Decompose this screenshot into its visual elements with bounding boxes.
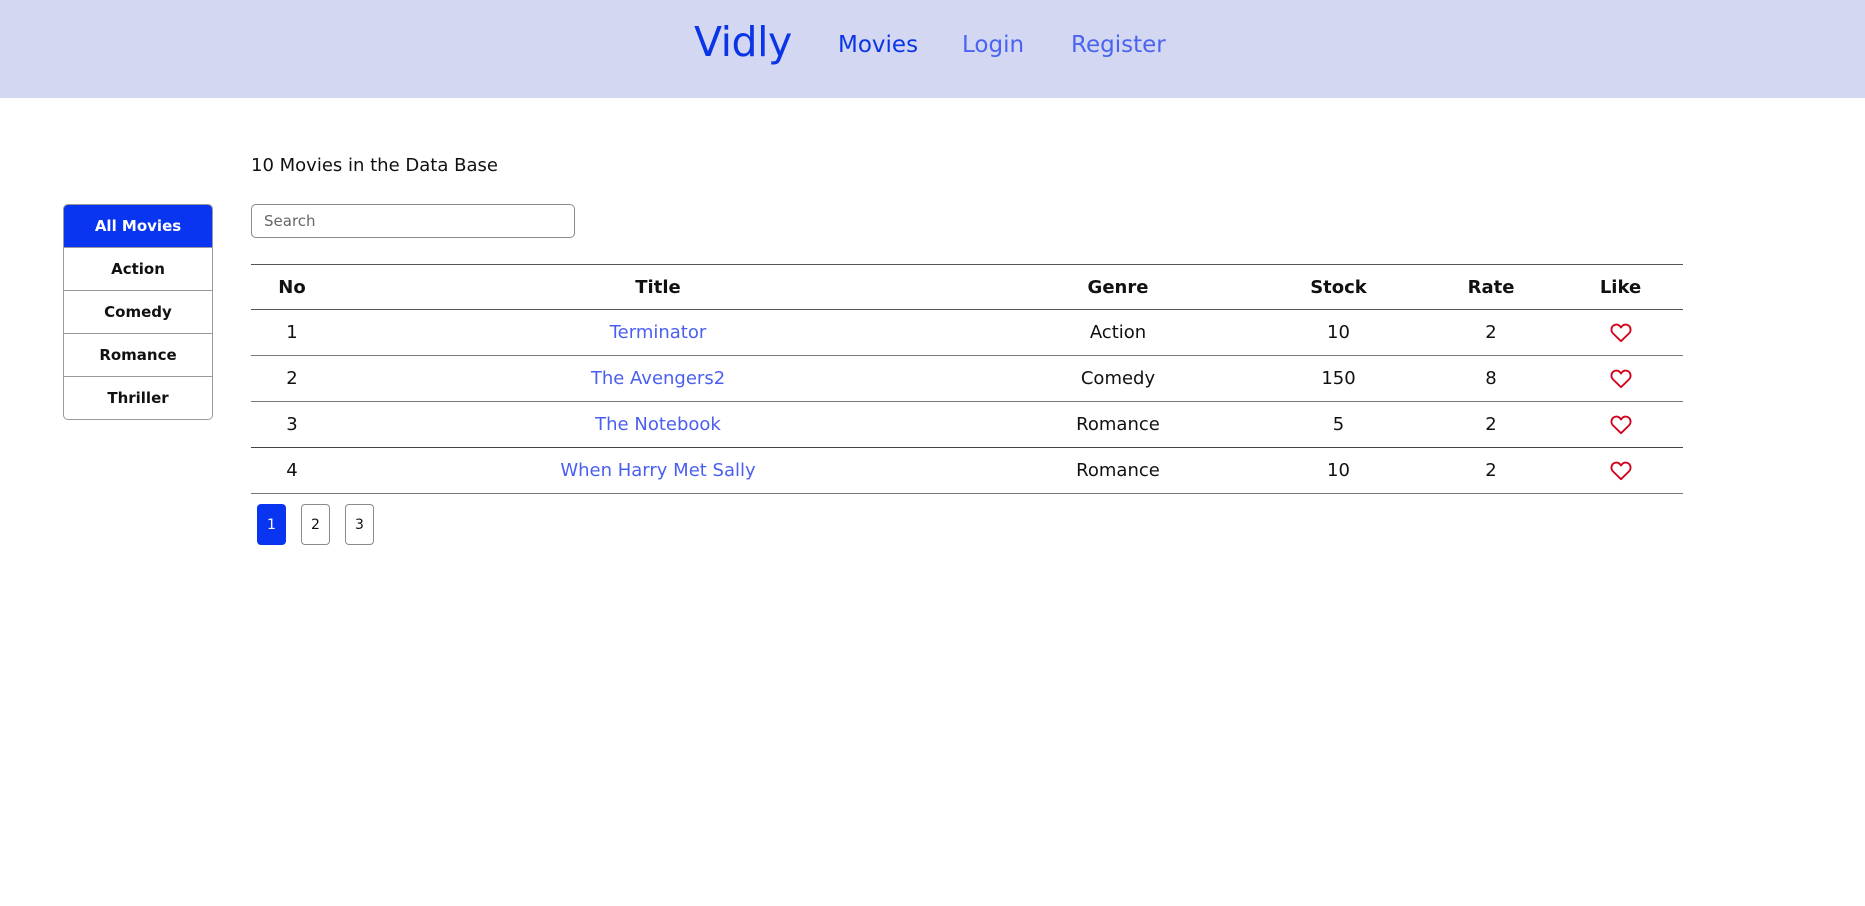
header-stock[interactable]: Stock	[1253, 264, 1424, 310]
cell-rate: 2	[1424, 401, 1558, 448]
cell-title: The Notebook	[333, 401, 983, 448]
nav-link-movies[interactable]: Movies	[838, 32, 918, 58]
genre-item-romance[interactable]: Romance	[64, 333, 212, 376]
page-button-2[interactable]: 2	[301, 504, 330, 545]
cell-no: 1	[251, 309, 333, 356]
header-no[interactable]: No	[251, 264, 333, 310]
nav-link-login[interactable]: Login	[962, 32, 1024, 58]
genre-item-thriller[interactable]: Thriller	[64, 376, 212, 419]
cell-like	[1558, 355, 1683, 402]
heart-outline-icon[interactable]	[1610, 415, 1632, 435]
cell-genre: Comedy	[983, 355, 1253, 402]
search-input[interactable]	[251, 204, 575, 238]
cell-genre: Romance	[983, 401, 1253, 448]
genre-item-action[interactable]: Action	[64, 247, 212, 290]
cell-like	[1558, 447, 1683, 494]
table-header-row: No Title Genre Stock Rate Like	[251, 264, 1683, 310]
cell-stock: 150	[1253, 355, 1424, 402]
cell-stock: 10	[1253, 309, 1424, 356]
header-rate[interactable]: Rate	[1424, 264, 1558, 310]
table-row: 1 Terminator Action 10 2	[251, 309, 1683, 356]
cell-no: 2	[251, 355, 333, 402]
heart-outline-icon[interactable]	[1610, 461, 1632, 481]
heart-outline-icon[interactable]	[1610, 369, 1632, 389]
cell-rate: 2	[1424, 309, 1558, 356]
cell-stock: 5	[1253, 401, 1424, 448]
table-row: 3 The Notebook Romance 5 2	[251, 401, 1683, 448]
brand-logo[interactable]: Vidly	[694, 18, 792, 66]
header-like[interactable]: Like	[1558, 264, 1683, 310]
cell-title: When Harry Met Sally	[333, 447, 983, 494]
header-genre[interactable]: Genre	[983, 264, 1253, 310]
cell-like	[1558, 401, 1683, 448]
navbar: Vidly Movies Login Register	[0, 0, 1865, 98]
movies-table: No Title Genre Stock Rate Like 1 Termina…	[251, 264, 1683, 494]
page-button-3[interactable]: 3	[345, 504, 374, 545]
movie-title-link[interactable]: When Harry Met Sally	[560, 460, 755, 481]
cell-stock: 10	[1253, 447, 1424, 494]
heart-outline-icon[interactable]	[1610, 323, 1632, 343]
table-row: 4 When Harry Met Sally Romance 10 2	[251, 447, 1683, 494]
genre-list: All Movies Action Comedy Romance Thrille…	[63, 204, 213, 420]
cell-genre: Romance	[983, 447, 1253, 494]
cell-like	[1558, 309, 1683, 356]
movie-count-text: 10 Movies in the Data Base	[251, 155, 498, 176]
cell-rate: 8	[1424, 355, 1558, 402]
cell-genre: Action	[983, 309, 1253, 356]
movie-title-link[interactable]: The Notebook	[595, 414, 721, 435]
cell-title: The Avengers2	[333, 355, 983, 402]
movie-title-link[interactable]: The Avengers2	[591, 368, 725, 389]
cell-no: 4	[251, 447, 333, 494]
cell-no: 3	[251, 401, 333, 448]
page-button-1[interactable]: 1	[257, 504, 286, 545]
header-title[interactable]: Title	[333, 264, 983, 310]
table-row: 2 The Avengers2 Comedy 150 8	[251, 355, 1683, 402]
cell-rate: 2	[1424, 447, 1558, 494]
genre-item-all-movies[interactable]: All Movies	[64, 205, 212, 247]
nav-link-register[interactable]: Register	[1071, 32, 1166, 58]
movie-title-link[interactable]: Terminator	[610, 322, 707, 343]
cell-title: Terminator	[333, 309, 983, 356]
genre-item-comedy[interactable]: Comedy	[64, 290, 212, 333]
